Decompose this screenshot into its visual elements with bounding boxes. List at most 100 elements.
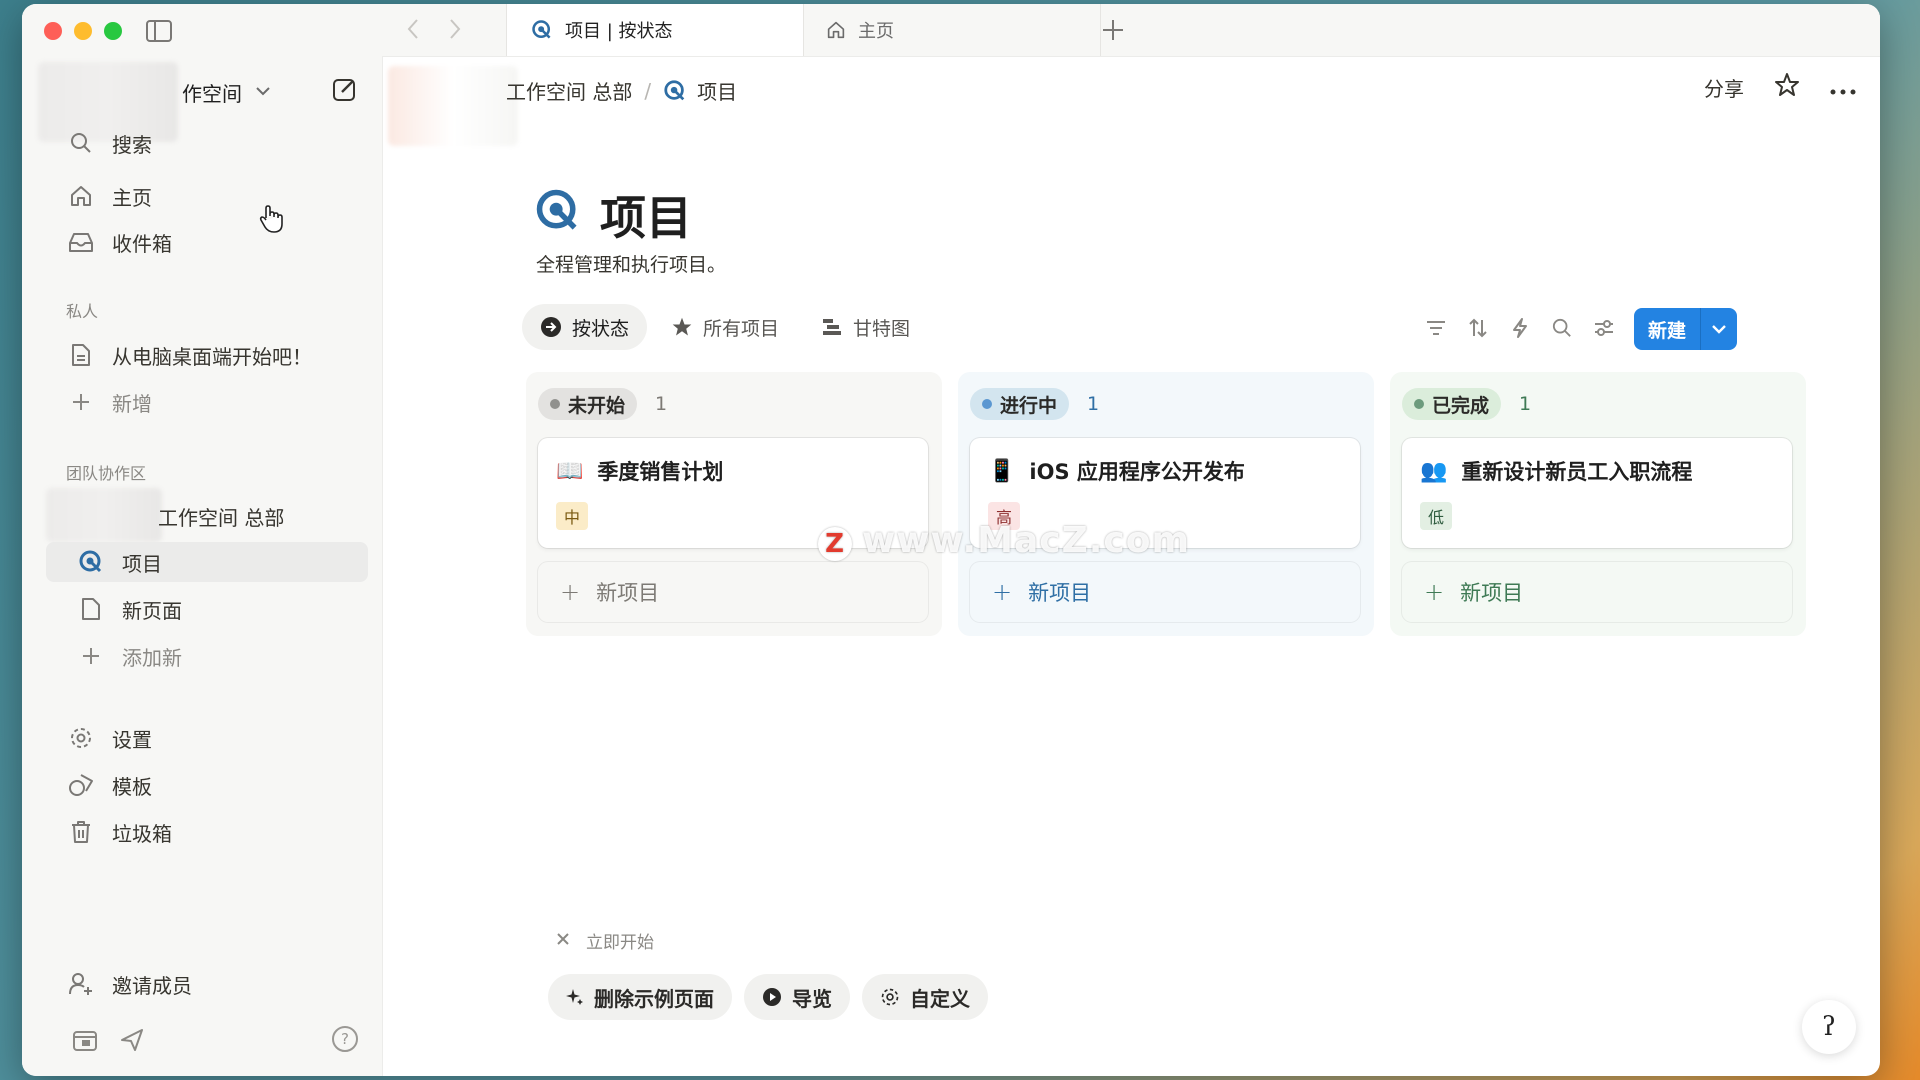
button-label: 自定义 [910, 986, 970, 1011]
customize-button[interactable]: 自定义 [862, 974, 988, 1020]
board-column-in-progress: 进行中 1 📱 iOS 应用程序公开发布 高 + 新项目 [958, 372, 1374, 636]
chevron-down-icon[interactable] [1701, 308, 1737, 350]
get-started-actions: 删除示例页面 导览 自定义 [548, 974, 988, 1020]
sidebar-item-label: 添加新 [122, 645, 182, 670]
minimize-window-button[interactable] [74, 22, 92, 40]
sidebar-item-projects[interactable]: 项目 [46, 542, 368, 582]
button-label: 导览 [792, 986, 832, 1011]
tab-by-status[interactable]: 按状态 [522, 304, 648, 350]
watermark-logo: Z [818, 527, 852, 561]
breadcrumb-separator: / [644, 78, 652, 103]
add-item-label: 新项目 [1460, 581, 1524, 605]
status-label: 进行中 [1000, 394, 1058, 417]
calendar-icon[interactable] [72, 1028, 98, 1056]
sidebar-item-new-page[interactable]: 新页面 [46, 589, 368, 629]
inbox-icon [66, 227, 96, 257]
card-title-text: iOS 应用程序公开发布 [1029, 460, 1245, 484]
close-window-button[interactable] [44, 22, 62, 40]
sidebar-add-private[interactable]: 新增 [46, 382, 368, 422]
plus-icon: + [560, 578, 581, 606]
sidebar-item-label: 新增 [112, 391, 152, 416]
top-actions: 分享 [1704, 72, 1856, 103]
tab-all-projects[interactable]: 所有项目 [653, 304, 797, 350]
trash-icon [66, 817, 96, 847]
arrow-circle-icon [540, 316, 562, 338]
breadcrumb-page[interactable]: 项目 [697, 76, 737, 105]
sidebar-item-templates[interactable]: 模板 [46, 765, 368, 805]
sidebar-item-label: 模板 [112, 774, 152, 799]
card-title: 📱 iOS 应用程序公开发布 [988, 456, 1245, 486]
add-item-button[interactable]: + 新项目 [538, 562, 928, 622]
new-button[interactable]: 新建 [1634, 308, 1702, 350]
help-assistant-button[interactable]: ʔ [1802, 1000, 1856, 1054]
sidebar-item-trash[interactable]: 垃圾箱 [46, 812, 368, 852]
project-card[interactable]: 👥 重新设计新员工入职流程 低 [1402, 438, 1792, 548]
add-item-button[interactable]: + 新项目 [1402, 562, 1792, 622]
star-icon[interactable] [1774, 72, 1800, 103]
sidebar-item-home[interactable]: 主页 [46, 176, 368, 216]
plus-icon: + [992, 578, 1013, 606]
status-pill[interactable]: 未开始 [538, 388, 638, 420]
sidebar-toggle-icon[interactable] [146, 20, 172, 42]
status-pill[interactable]: 进行中 [970, 388, 1070, 420]
new-tab-icon[interactable] [1102, 14, 1124, 49]
sidebar-item-label: 收件箱 [112, 231, 172, 256]
gear-icon [880, 987, 900, 1007]
sidebar-item-label: 工作空间 总部 [158, 505, 285, 530]
card-title: 📖 季度销售计划 [556, 456, 723, 486]
view-tabs: 按状态 所有项目 甘特图 [522, 304, 934, 350]
column-header: 已完成 1 [1402, 388, 1531, 420]
priority-badge: 中 [556, 502, 589, 530]
view-label: 甘特图 [853, 317, 911, 340]
add-item-label: 新项目 [596, 581, 660, 605]
back-arrow-icon[interactable] [406, 18, 420, 46]
sidebar-item-team-workspace[interactable]: 工作空间 总部 [158, 496, 368, 536]
delete-sample-pages-button[interactable]: 删除示例页面 [548, 974, 732, 1020]
tab-gantt[interactable]: 甘特图 [803, 304, 928, 350]
status-pill[interactable]: 已完成 [1402, 388, 1502, 420]
new-button-group: 新建 [1634, 308, 1738, 350]
search-icon[interactable] [1552, 318, 1572, 338]
automation-bolt-icon[interactable] [1510, 318, 1530, 338]
sidebar-item-settings[interactable]: 设置 [46, 718, 368, 758]
projects-target-icon [531, 19, 553, 41]
team-workspace-icon [46, 488, 162, 542]
tour-button[interactable]: 导览 [744, 974, 850, 1020]
chevron-down-icon[interactable] [256, 84, 270, 100]
sort-icon[interactable] [1468, 318, 1488, 338]
page-icon [66, 340, 96, 370]
page-description[interactable]: 全程管理和执行项目。 [536, 250, 726, 277]
new-page-icon[interactable] [332, 76, 358, 102]
page-title[interactable]: 项目 [600, 182, 692, 248]
card-title-text: 季度销售计划 [597, 460, 724, 484]
sidebar-item-search[interactable]: 搜索 [46, 128, 368, 158]
projects-target-icon [76, 547, 106, 577]
share-button[interactable]: 分享 [1704, 73, 1744, 102]
tab-projects-by-status[interactable]: 项目 | 按状态 [506, 4, 804, 56]
workspace-name[interactable]: 作空间 [182, 78, 242, 107]
projects-target-icon[interactable] [534, 186, 582, 240]
play-icon [762, 987, 782, 1007]
sidebar-item-inbox[interactable]: 收件箱 [46, 222, 368, 262]
status-dot [1414, 399, 1424, 409]
status-dot [550, 399, 560, 409]
forward-arrow-icon[interactable] [448, 18, 462, 46]
add-user-icon [66, 969, 96, 999]
sparkle-icon [566, 988, 584, 1006]
help-icon[interactable]: ? [332, 1026, 358, 1052]
send-icon[interactable] [120, 1028, 144, 1056]
close-icon[interactable] [556, 930, 570, 951]
more-icon[interactable] [1830, 76, 1856, 100]
sidebar-item-invite[interactable]: 邀请成员 [46, 964, 368, 1004]
projects-target-icon [663, 79, 687, 103]
filter-icon[interactable] [1426, 318, 1446, 338]
sidebar-add-team[interactable]: 添加新 [46, 636, 368, 676]
sidebar-item-getting-started[interactable]: 从电脑桌面端开始吧！ [46, 335, 368, 375]
add-item-button[interactable]: + 新项目 [970, 562, 1360, 622]
breadcrumb-workspace[interactable]: 工作空间 总部 [506, 76, 632, 105]
tab-label: 主页 [858, 21, 894, 42]
status-label: 已完成 [1432, 394, 1490, 417]
settings-sliders-icon[interactable] [1594, 318, 1614, 338]
tab-home[interactable]: 主页 [802, 4, 1101, 56]
zoom-window-button[interactable] [104, 22, 122, 40]
